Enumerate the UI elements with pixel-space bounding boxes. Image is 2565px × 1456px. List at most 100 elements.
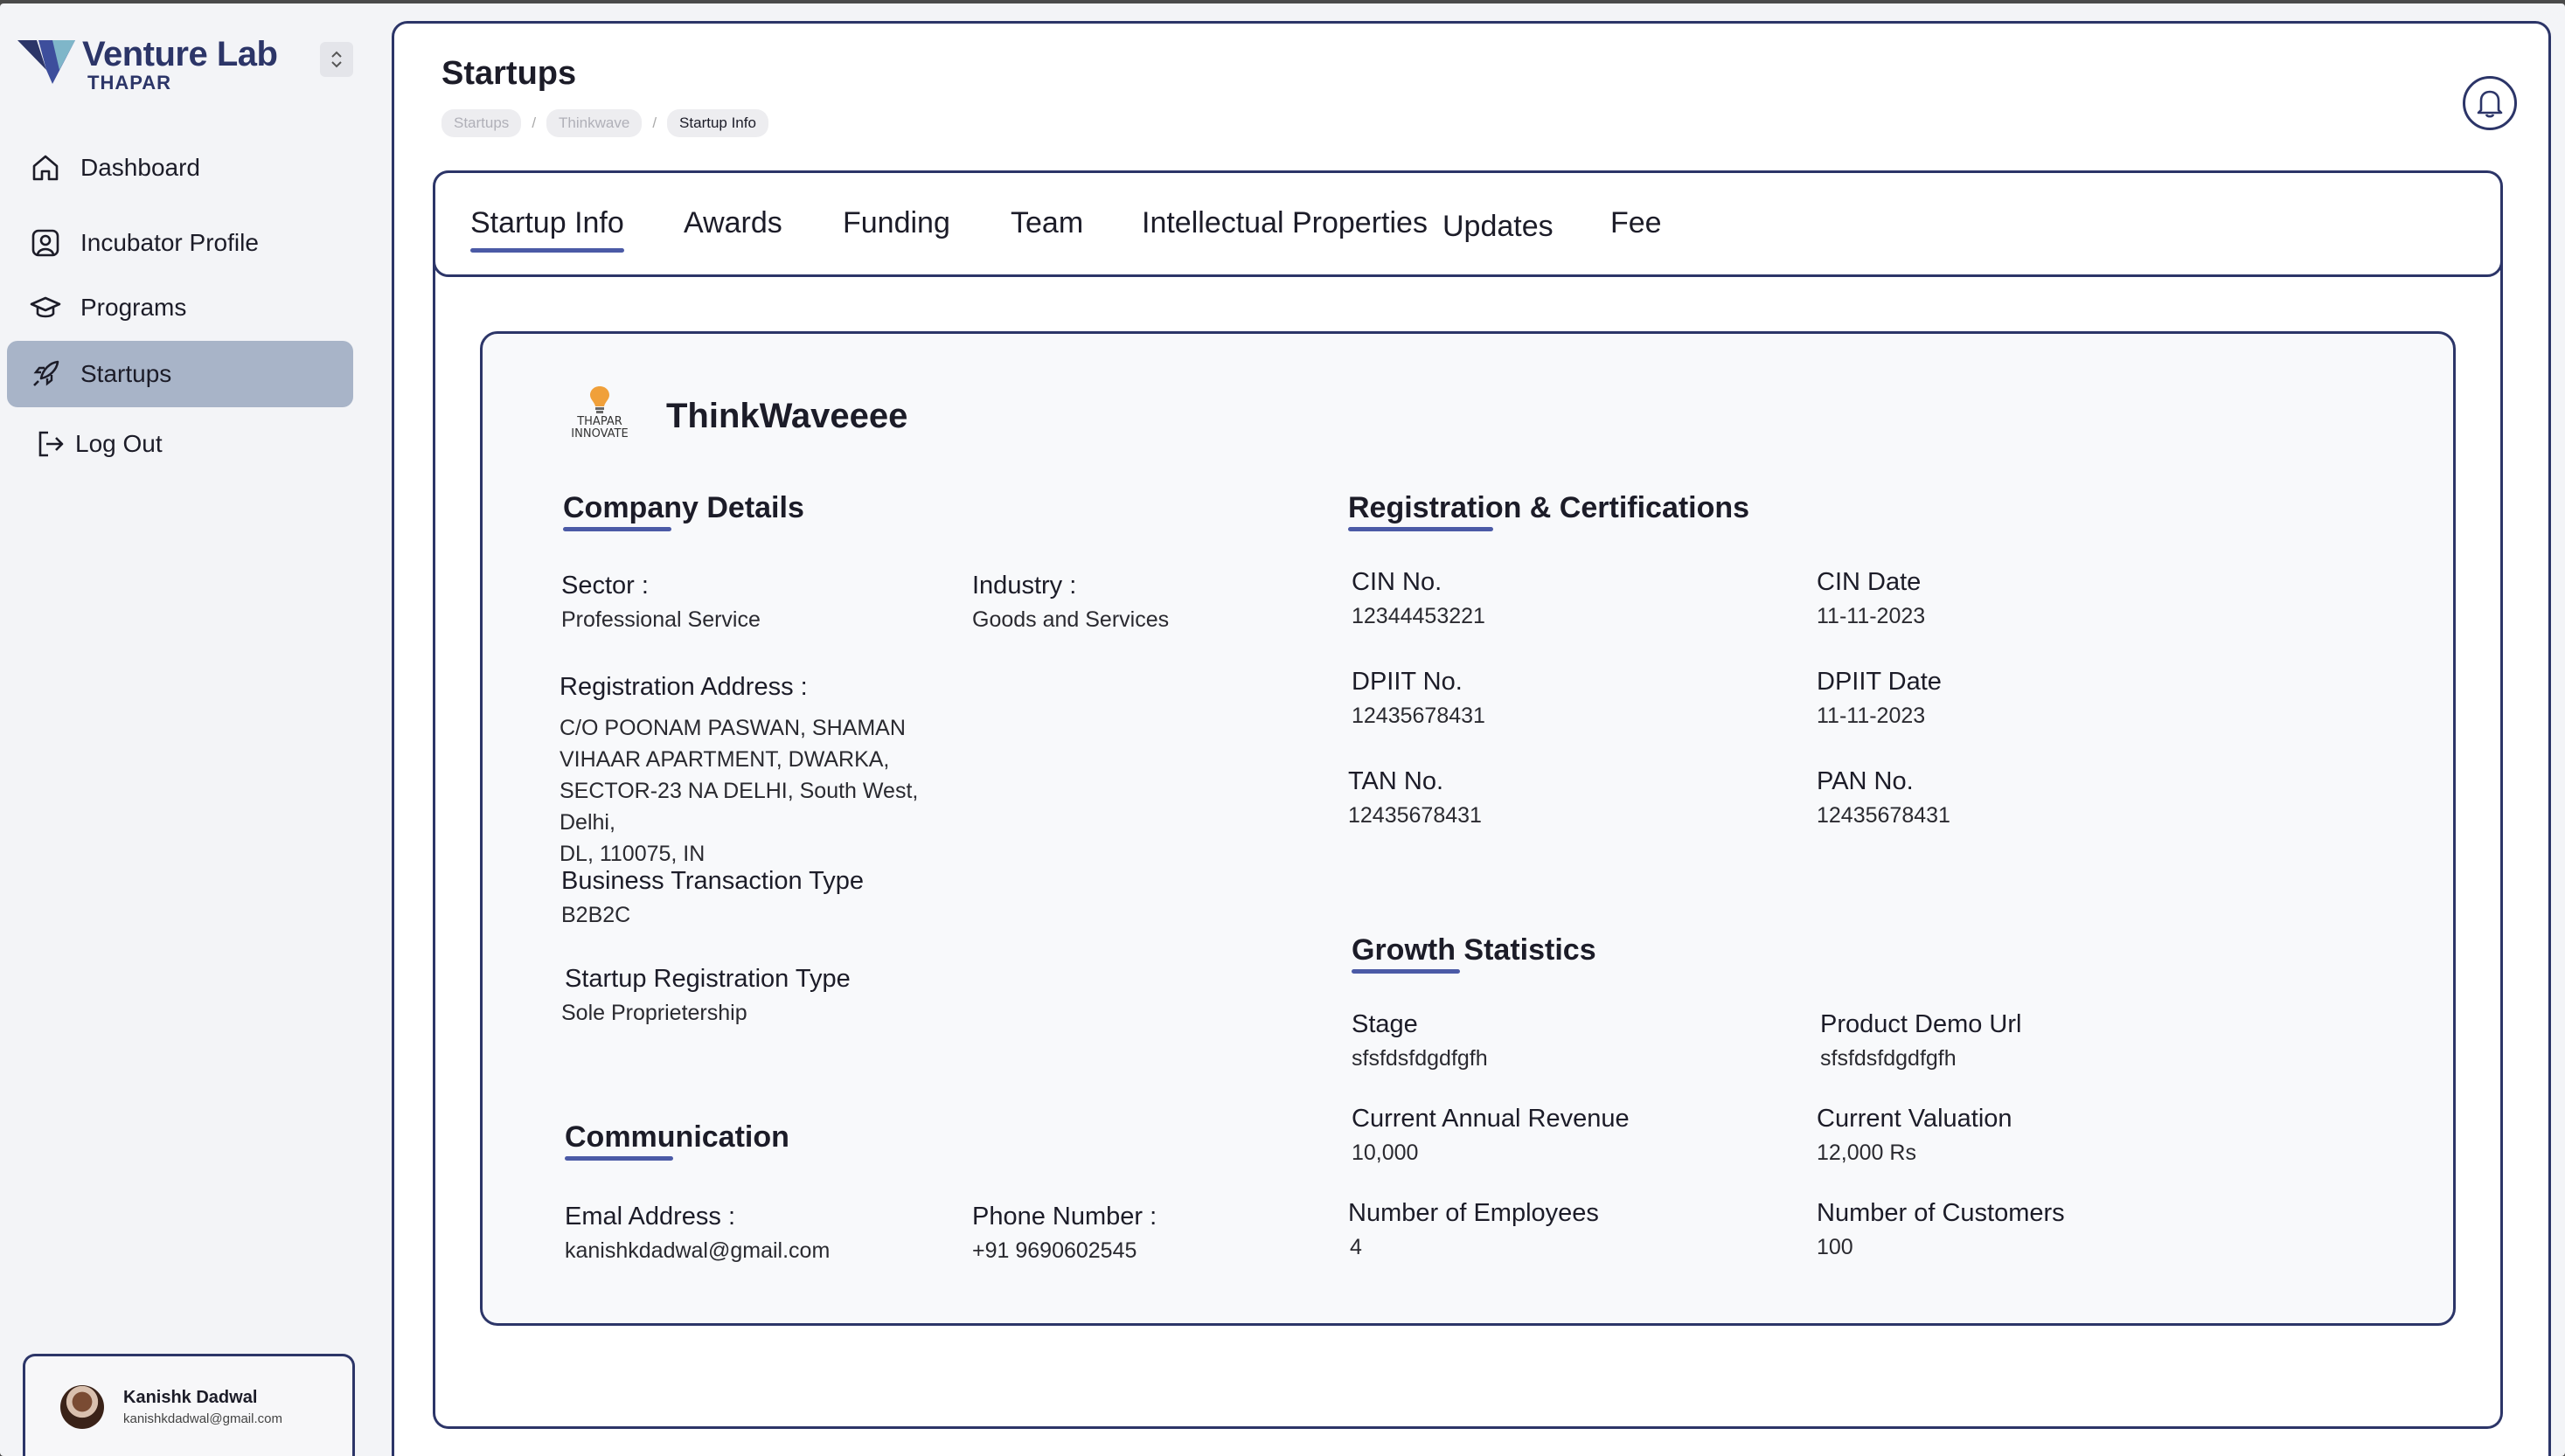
field-value: 12344453221 [1352,604,1485,628]
field-label: Startup Registration Type [565,965,851,993]
breadcrumb-startups[interactable]: Startups [441,109,522,137]
field-value: B2B2C [561,903,631,927]
registration-address-field: Registration Address : C/O POONAM PASWAN… [560,673,979,870]
tab-fee[interactable]: Fee [1610,206,1662,240]
field-value[interactable]: sfsfdsfdgdfgfh [1820,1046,2021,1071]
field-value: Goods and Services [972,607,1170,632]
tab-funding[interactable]: Funding [843,206,950,240]
field-label: Current Annual Revenue [1352,1105,1630,1133]
field-label: DPIIT Date [1817,668,1942,696]
logout-icon [33,426,68,461]
graduation-cap-icon [28,290,63,325]
field-value: sfsfdsfdgdfgfh [1352,1046,1488,1071]
workspace-switcher-button[interactable] [320,42,353,77]
bulb-icon [590,386,609,413]
section-underline [1352,969,1460,974]
email-field: Emal Address : kanishkdadwal@gmail.com [565,1203,830,1264]
dpiit-date-field: DPIIT Date 11-11-2023 [1817,668,1942,729]
tab-awards[interactable]: Awards [684,206,782,240]
tab-intellectual-properties[interactable]: Intellectual Properties [1142,206,1428,240]
field-value: 12435678431 [1348,803,1482,828]
field-label: CIN Date [1817,568,1922,596]
notifications-button[interactable] [2463,76,2517,130]
sidebar-item-incubator-profile[interactable]: Incubator Profile [7,210,353,276]
startup-logo: THAPAR INNOVATE [561,385,638,446]
dpiit-field: DPIIT No. 12435678431 [1352,668,1485,729]
sidebar-item-startups[interactable]: Startups [7,341,353,407]
tab-updates[interactable]: Updates [1442,210,1554,244]
sidebar: Venture Lab THAPAR Dashboard Incubator P… [0,3,385,1456]
user-square-icon [28,225,63,260]
field-label: PAN No. [1817,767,1914,795]
user-profile-card[interactable]: Kanishk Dadwal kanishkdadwal@gmail.com [23,1354,355,1456]
field-label: Registration Address : [560,673,808,701]
user-email: kanishkdadwal@gmail.com [123,1411,282,1426]
product-demo-url-field: Product Demo Url sfsfdsfdgdfgfh [1820,1010,2021,1071]
section-underline [1348,527,1493,531]
growth-statistics-header: Growth Statistics [1352,933,1596,974]
field-label: Sector : [561,572,649,600]
tab-team[interactable]: Team [1011,206,1083,240]
bell-icon [2477,90,2503,118]
sidebar-item-dashboard[interactable]: Dashboard [7,135,353,201]
section-underline [563,527,671,531]
field-value: 4 [1350,1235,1362,1259]
field-label: CIN No. [1352,568,1442,596]
field-label: Emal Address : [565,1203,736,1231]
avatar [60,1384,104,1429]
section-title: Company Details [563,491,804,524]
section-underline [565,1156,673,1161]
pan-field: PAN No. 12435678431 [1817,767,1950,829]
field-value: 100 [1817,1235,1853,1259]
field-label: Current Valuation [1817,1105,2012,1133]
sidebar-item-label: Log Out [75,430,163,457]
tabs-bar: Startup Info Awards Funding Team Intelle… [433,170,2503,277]
field-label: Stage [1352,1010,1418,1038]
brand-logo[interactable]: Venture Lab THAPAR [17,35,278,94]
sidebar-item-programs[interactable]: Programs [7,274,353,341]
field-value: kanishkdadwal@gmail.com [565,1238,831,1263]
current-valuation-field: Current Valuation 12,000 Rs [1817,1105,2012,1166]
number-of-employees-field: Number of Employees 4 [1348,1199,1599,1260]
tab-startup-info[interactable]: Startup Info [470,206,624,253]
number-of-customers-field: Number of Customers 100 [1817,1199,2065,1260]
user-name: Kanishk Dadwal [123,1387,258,1407]
sidebar-item-label: Startups [80,360,172,387]
field-label: Product Demo Url [1820,1010,2022,1038]
communication-header: Communication [565,1120,789,1161]
field-value: 11-11-2023 [1817,604,1926,628]
venture-lab-logo-icon [17,40,75,84]
breadcrumb-startup-info: Startup Info [667,109,768,137]
sector-field: Sector : Professional Service [561,572,761,633]
sidebar-item-label: Incubator Profile [80,229,259,256]
field-label: Phone Number : [972,1203,1157,1231]
breadcrumb: Startups / Thinkwave / Startup Info [441,109,768,137]
field-label: DPIIT No. [1352,668,1463,696]
cin-field: CIN No. 12344453221 [1352,568,1485,629]
home-icon [28,150,63,185]
field-value: 12,000 Rs [1817,1141,1916,1165]
field-value: 12435678431 [1817,803,1950,828]
section-title: Growth Statistics [1352,933,1596,967]
startup-info-card: THAPAR INNOVATE ThinkWaveeee Company Det… [480,331,2456,1326]
field-value: 10,000 [1352,1141,1419,1165]
tan-field: TAN No. 12435678431 [1348,767,1482,829]
startup-registration-type-field: Startup Registration Type Sole Propriete… [561,965,851,1026]
field-value: C/O POONAM PASWAN, SHAMAN VIHAAR APARTME… [560,716,919,866]
field-label: Business Transaction Type [561,867,865,895]
breadcrumb-thinkwave[interactable]: Thinkwave [546,109,643,137]
rocket-icon [28,357,63,392]
brand-sub: THAPAR [87,72,172,94]
industry-field: Industry : Goods and Services [972,572,1169,633]
registration-header: Registration & Certifications [1348,491,1749,531]
phone-field: Phone Number : +91 9690602545 [972,1203,1157,1264]
startup-logo-text: THAPAR [577,415,622,428]
field-label: Number of Customers [1817,1199,2065,1227]
sidebar-item-logout[interactable]: Log Out [7,411,353,477]
app-window: Venture Lab THAPAR Dashboard Incubator P… [0,3,2565,1456]
stage-field: Stage sfsfdsfdgdfgfh [1352,1010,1488,1071]
breadcrumb-separator: / [532,114,537,131]
main-panel: Startups Startups / Thinkwave / Startup … [392,21,2551,1456]
business-transaction-type-field: Business Transaction Type B2B2C [561,867,864,928]
page-title: Startups [441,55,577,92]
